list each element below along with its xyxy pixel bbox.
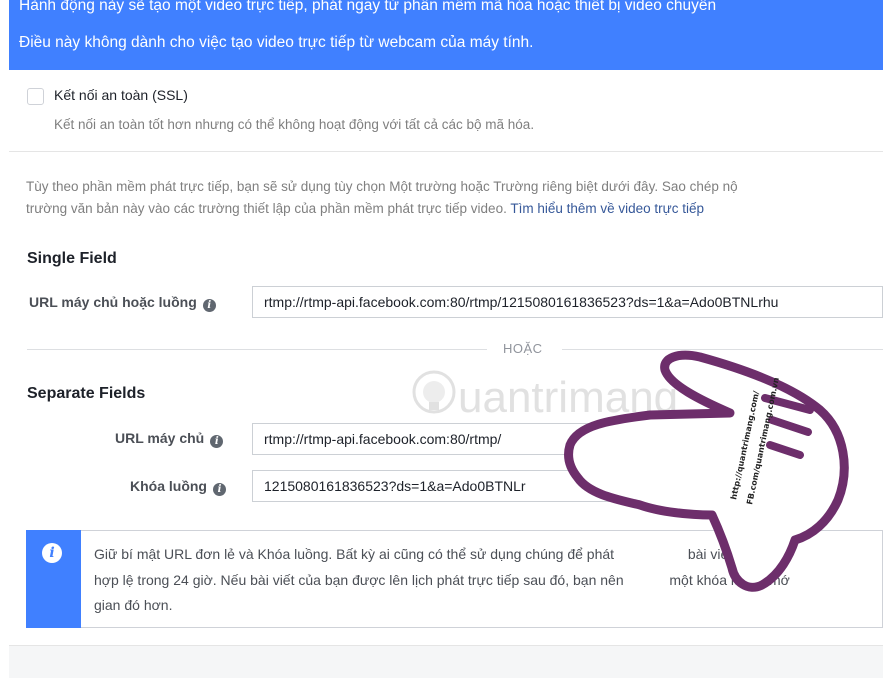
server-url-label-text: URL máy chủ (115, 430, 205, 446)
banner-line-1: Hành động này sẽ tạo một video trực tiếp… (19, 0, 717, 14)
intro-line-1: Tùy theo phần mềm phát trực tiếp, bạn sẽ… (26, 179, 738, 194)
notice-line-2: hợp lệ trong 24 giờ. Nếu bài viết của bạ… (94, 572, 790, 588)
stream-key-label-text: Khóa luồng (130, 478, 207, 494)
or-divider-left (27, 349, 487, 350)
or-divider-right (562, 349, 883, 350)
server-url-label: URL máy chủ i (115, 430, 224, 448)
info-icon[interactable]: i (213, 483, 226, 496)
ssl-checkbox[interactable] (27, 88, 44, 105)
footer-bar (9, 645, 883, 678)
lightbulb-logo-icon (412, 370, 456, 414)
notice-line-2a: hợp lệ trong 24 giờ. Nếu bài viết của bạ… (94, 572, 624, 588)
notice-line-1a: Giữ bí mật URL đơn lẻ và Khóa luồng. Bất… (94, 546, 615, 562)
server-or-stream-url-label-text: URL máy chủ hoặc luồng (29, 294, 197, 310)
intro-line-2: trường văn bản này vào các trường thiết … (26, 201, 704, 216)
instruction-banner: Hành động này sẽ tạo một video trực tiếp… (9, 0, 883, 70)
stream-key-field[interactable]: 1215080161836523?ds=1&a=Ado0BTNLr (252, 470, 619, 502)
stream-key-label: Khóa luồng i (130, 478, 226, 496)
notice-line-3: gian đó hơn. (94, 597, 173, 613)
watermark-url-2: FB.com/quantrimang.com.vn (745, 376, 781, 505)
info-icon[interactable]: i (202, 299, 216, 312)
watermark-brand: uantrimang (458, 373, 678, 422)
ssl-description: Kết nối an toàn tốt hơn nhưng có thể khô… (54, 117, 535, 132)
intro-line-2-text: trường văn bản này vào các trường thiết … (26, 201, 507, 216)
info-icon[interactable]: i (210, 435, 224, 448)
divider (9, 151, 883, 152)
banner-line-2: Điều này không dành cho việc tạo video t… (19, 34, 534, 51)
notice-line-1: Giữ bí mật URL đơn lẻ và Khóa luồng. Bất… (94, 546, 778, 562)
single-field-title: Single Field (27, 250, 117, 267)
notice-line-2b: một khóa luồng mớ (669, 572, 790, 588)
or-separator: HOẶC (503, 341, 543, 356)
info-icon: i (42, 543, 62, 563)
ssl-label[interactable]: Kết nối an toàn (SSL) (54, 87, 188, 103)
separate-fields-title: Separate Fields (27, 385, 146, 402)
learn-more-link[interactable]: Tìm hiểu thêm về video trực tiếp (510, 201, 704, 216)
stream-url-field[interactable]: rtmp://rtmp-api.facebook.com:80/rtmp/121… (252, 286, 883, 318)
notice-line-1b: bài viết của bạ (687, 546, 779, 562)
server-or-stream-url-label: URL máy chủ hoặc luồng i (29, 294, 216, 312)
watermark-url-1: http://quantrimang.com/ (729, 390, 761, 500)
server-url-field[interactable]: rtmp://rtmp-api.facebook.com:80/rtmp/ (252, 423, 619, 455)
